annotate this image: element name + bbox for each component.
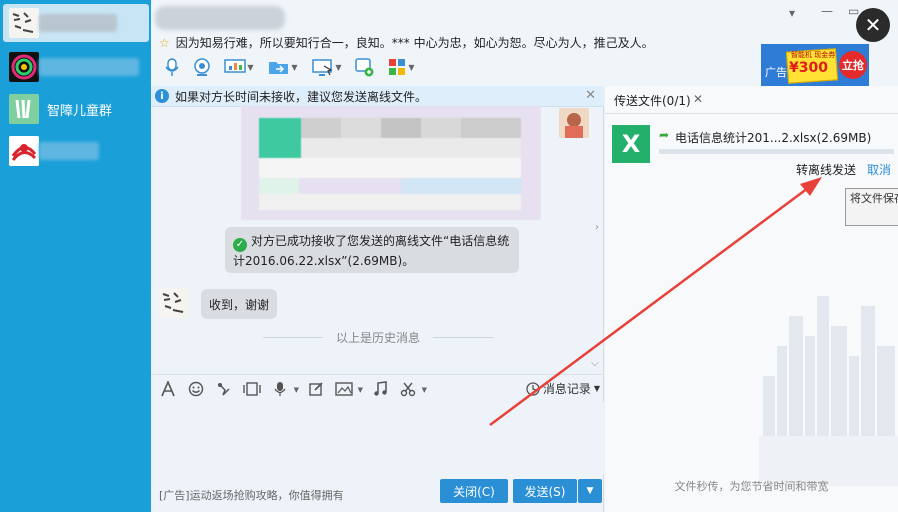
remote-desktop-icon[interactable]: ▼: [307, 55, 347, 79]
chat-window: ☆ 因为知易行难，所以要知行合一，良知。*** 中心为忠，如心为恕。尽心为人，推己…: [151, 0, 898, 512]
signature-text: 因为知易行难，所以要知行合一，良知。*** 中心为忠，如心为恕。尽心为人，推己及…: [175, 36, 654, 50]
offline-tooltip: 将文件保存到服务器，提醒进行接收: [845, 188, 898, 226]
ad-label: 广告: [765, 66, 787, 79]
gif-icon[interactable]: [241, 378, 263, 400]
transfer-footer-note: 文件秒传，为您节省时间和带宽: [674, 480, 829, 493]
chevron-right-icon[interactable]: ›: [595, 222, 599, 233]
contact-name: 智障儿童群: [47, 103, 113, 119]
file-transfer-pane: 传送文件(0/1) ✕ X ➦ 电话信息统计201...2.xlsx(2.69M…: [605, 86, 898, 512]
contact-name-blurred: [39, 14, 117, 32]
notice-text: 如果对方长时间未接收，建议您发送离线文件。: [175, 89, 428, 104]
send-options-button[interactable]: ▼: [578, 479, 602, 503]
contact-avatar: [9, 8, 39, 38]
check-icon: ✓: [233, 237, 247, 252]
emoji-icon[interactable]: [185, 378, 207, 400]
invite-icon[interactable]: [351, 55, 377, 79]
screen-share-icon[interactable]: ▼: [219, 55, 259, 79]
system-message-bubble: ✓ 对方已成功接收了您发送的离线文件“电话信息统计2016.06.22.xlsx”…: [225, 227, 519, 273]
notice-close-icon[interactable]: ✕: [585, 88, 596, 103]
my-avatar[interactable]: [559, 108, 589, 138]
chat-toolbar: ▼ ▼ ▼ ▼: [159, 54, 425, 80]
info-icon: i: [155, 89, 169, 103]
ad-grab-button[interactable]: 立抢: [839, 51, 867, 79]
ad-banner[interactable]: 广告 智能机 现金券 ¥300 立抢: [761, 44, 869, 86]
font-icon[interactable]: [157, 378, 179, 400]
ad-price: ¥300: [789, 60, 828, 76]
chevron-down-icon: ▼: [586, 486, 594, 496]
contact-name-blurred: [39, 58, 139, 76]
transfer-tab-bar: 传送文件(0/1) ✕: [605, 86, 898, 114]
peer-signature: ☆ 因为知易行难，所以要知行合一，良知。*** 中心为忠，如心为恕。尽心为人，推己…: [159, 34, 654, 51]
chat-pane: i 如果对方长时间未接收，建议您发送离线文件。 ✕ ✓ 对方已成功接收了您发送的…: [151, 86, 604, 512]
input-toolbar: ▼ ▼ ▼ 消息记录 ▼: [151, 374, 604, 402]
message-text: 收到，谢谢: [209, 297, 270, 312]
contact-item-group[interactable]: 智障儿童群: [3, 90, 149, 128]
chat-header: ☆ 因为知易行难，所以要知行合一，良知。*** 中心为忠，如心为恕。尽心为人，推己…: [151, 0, 898, 86]
scissors-icon[interactable]: ▼: [397, 378, 427, 400]
contact-avatar: [9, 52, 39, 82]
clock-icon: [526, 381, 540, 396]
excel-file-icon: X: [612, 125, 650, 163]
peer-name-blurred: [155, 6, 285, 30]
chevron-down-icon: ▼: [291, 62, 298, 72]
blurred-image-message[interactable]: [241, 106, 541, 220]
ad-top-text: 智能机 现金券: [791, 51, 836, 59]
cancel-transfer-button[interactable]: 取消: [867, 161, 891, 178]
contact-avatar: [9, 136, 39, 166]
send-file-icon[interactable]: ▼: [263, 55, 303, 79]
group-avatar: [9, 94, 39, 124]
minimize-bar-button[interactable]: —: [821, 4, 833, 18]
message-record-button[interactable]: 消息记录 ▼: [526, 380, 600, 397]
history-separator: 以上是历史消息: [263, 329, 493, 346]
image-icon[interactable]: ▼: [333, 378, 363, 400]
chevron-down-icon: ▼: [335, 62, 342, 72]
message-bubble: 收到，谢谢: [201, 289, 278, 319]
tab-close-icon[interactable]: ✕: [693, 92, 703, 106]
offline-notice: i 如果对方长时间未接收，建议您发送离线文件。 ✕: [151, 86, 604, 107]
music-icon[interactable]: [369, 378, 391, 400]
transfer-progress-bar: [659, 149, 894, 154]
video-call-icon[interactable]: [189, 55, 215, 79]
chevron-down-icon: ▼: [247, 62, 254, 72]
transfer-file-name: 电话信息统计201...2.xlsx(2.69MB): [675, 131, 872, 145]
contact-item[interactable]: [3, 48, 149, 86]
close-icon: ✕: [864, 13, 882, 37]
close-button[interactable]: 关闭(C): [440, 479, 508, 503]
voice-message-icon[interactable]: ▼: [269, 378, 299, 400]
chevron-down-icon: ▼: [408, 62, 415, 72]
ad-text-link[interactable]: [广告]运动返场抢购攻略，你值得拥有: [159, 487, 344, 503]
message-input[interactable]: [151, 402, 604, 474]
city-skyline-background: [759, 296, 898, 486]
send-offline-button[interactable]: 转离线发送: [796, 161, 856, 178]
star-icon: ☆: [159, 36, 170, 50]
edit-icon[interactable]: [305, 378, 327, 400]
peer-avatar[interactable]: [159, 288, 189, 318]
microphone-icon[interactable]: [159, 55, 185, 79]
contact-item-active[interactable]: [3, 4, 149, 42]
send-arrow-icon: ➦: [659, 128, 670, 142]
apps-grid-icon[interactable]: ▼: [381, 55, 421, 79]
send-button[interactable]: 发送(S): [513, 479, 577, 503]
system-message-text: 对方已成功接收了您发送的离线文件“电话信息统计2016.06.22.xlsx”(…: [233, 234, 510, 268]
nudge-icon[interactable]: [213, 378, 235, 400]
minimize-button[interactable]: ▾: [789, 6, 795, 20]
tab-file-transfer[interactable]: 传送文件(0/1): [614, 92, 691, 109]
close-window-button[interactable]: ✕: [856, 8, 890, 42]
contact-item[interactable]: [3, 132, 149, 170]
contact-sidebar: 智障儿童群: [0, 0, 151, 512]
contact-name-blurred: [39, 142, 99, 160]
scroll-down-icon[interactable]: ⌵: [591, 358, 599, 369]
